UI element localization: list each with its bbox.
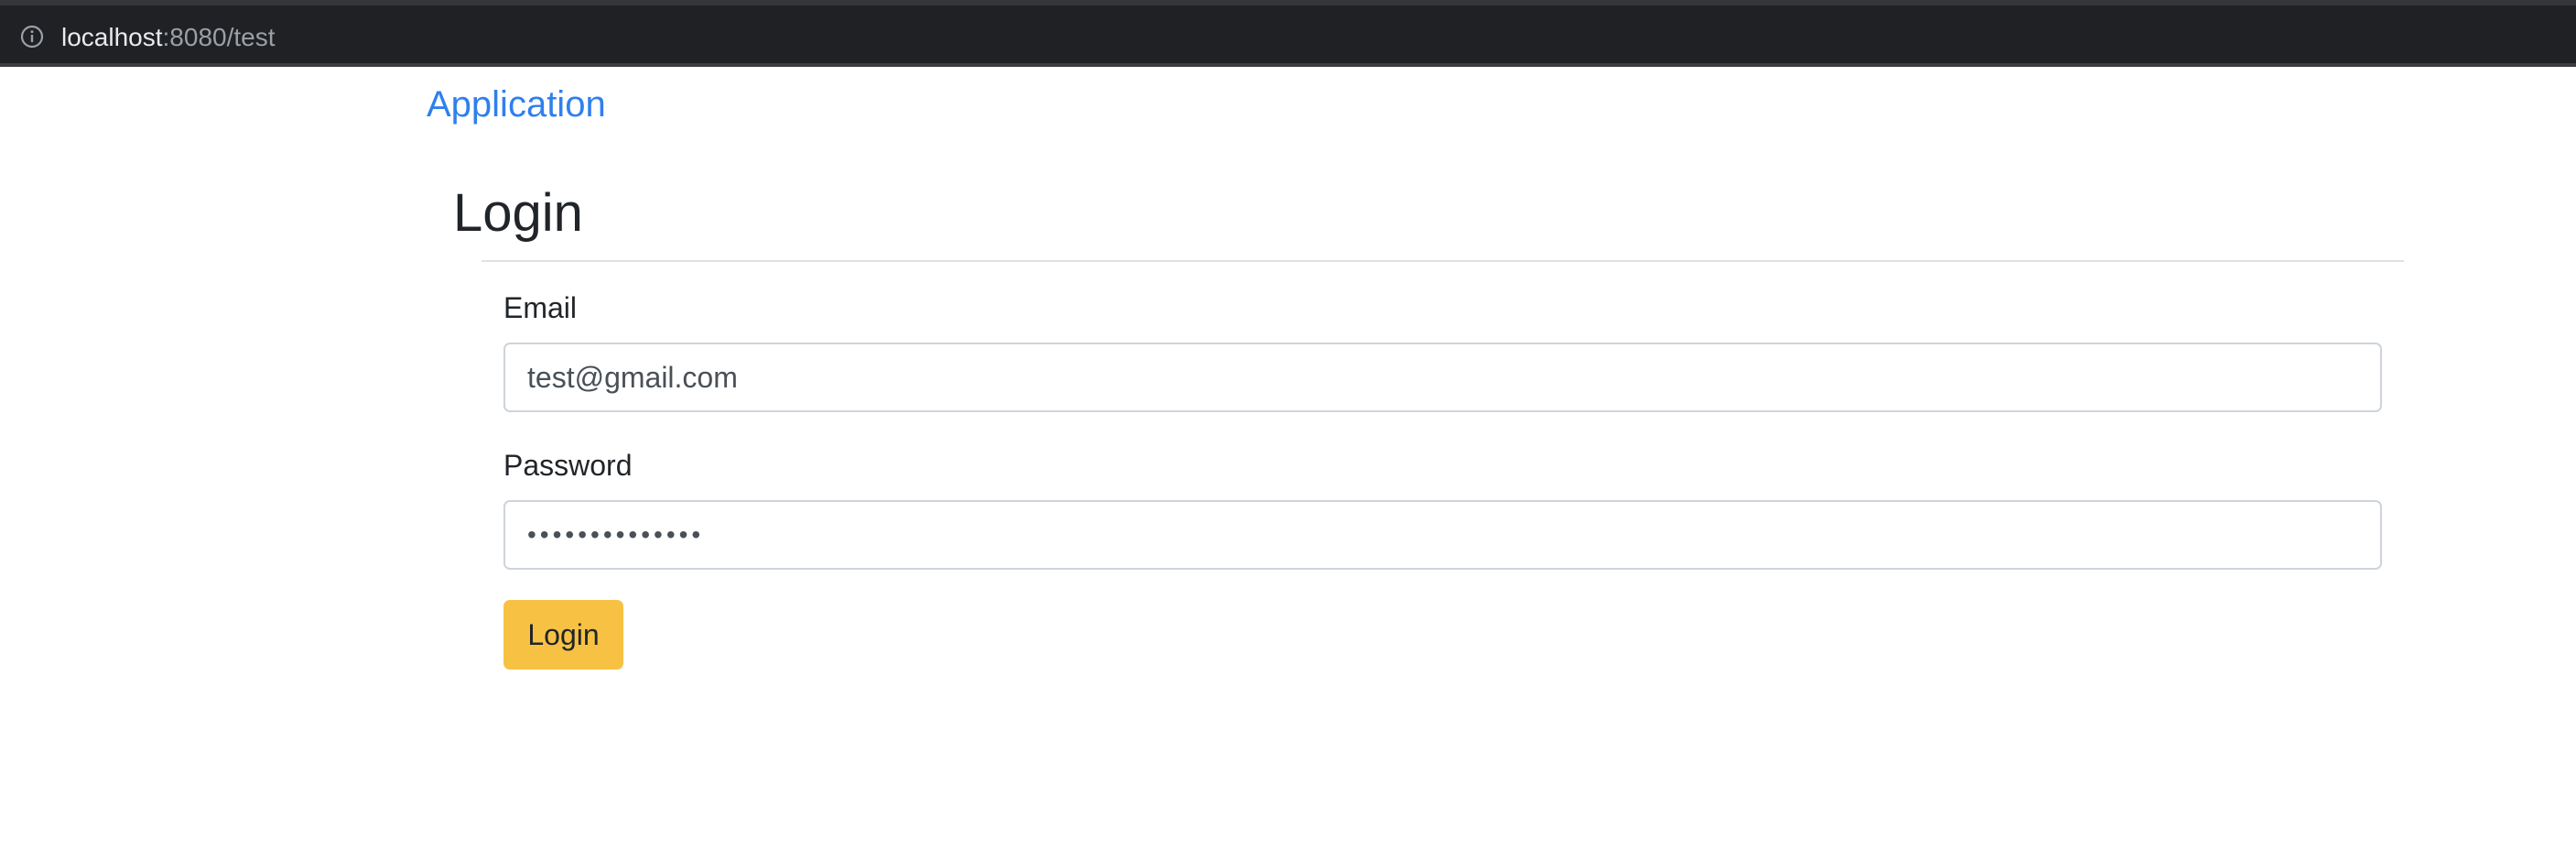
navbar-brand-link[interactable]: Application: [427, 81, 606, 128]
password-field[interactable]: [503, 500, 2382, 570]
address-url[interactable]: localhost:8080/test: [61, 21, 276, 54]
url-path: :8080/test: [162, 23, 276, 51]
url-host: localhost: [61, 23, 163, 51]
email-label: Email: [503, 291, 578, 324]
info-circle-icon[interactable]: [19, 24, 45, 49]
email-field[interactable]: [503, 343, 2382, 412]
page-title: Login: [453, 183, 583, 243]
password-label: Password: [503, 449, 633, 482]
address-bar-divider: [0, 63, 2576, 67]
title-divider: [482, 260, 2404, 262]
browser-address-bar[interactable]: localhost:8080/test: [0, 0, 2576, 67]
login-button[interactable]: Login: [503, 600, 623, 670]
